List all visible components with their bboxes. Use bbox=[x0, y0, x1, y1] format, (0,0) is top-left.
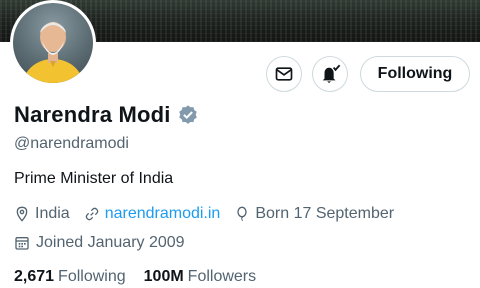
followers-label: Followers bbox=[187, 268, 257, 285]
following-button[interactable]: Following bbox=[360, 56, 470, 92]
message-button[interactable] bbox=[266, 56, 302, 92]
followers-stat[interactable]: 100M Followers bbox=[144, 268, 257, 286]
location-text: India bbox=[35, 205, 70, 222]
website-item[interactable]: narendramodi.in bbox=[84, 205, 221, 223]
joined-text: Joined January 2009 bbox=[36, 234, 185, 251]
location-item: India bbox=[14, 205, 70, 223]
avatar-portrait bbox=[23, 22, 83, 83]
verified-badge-icon[interactable] bbox=[177, 104, 199, 126]
following-count: 2,671 bbox=[14, 268, 55, 285]
link-icon bbox=[85, 207, 99, 221]
bell-icon bbox=[322, 64, 341, 83]
profile-name: Narendra Modi bbox=[14, 102, 171, 127]
joined-item: Joined January 2009 bbox=[14, 234, 185, 252]
mail-icon bbox=[275, 67, 293, 81]
birthday-item: Born 17 September bbox=[234, 205, 394, 223]
profile-meta: India narendramodi.in Born 17 September bbox=[14, 205, 408, 223]
followers-count: 100M bbox=[143, 268, 184, 285]
location-pin-icon bbox=[16, 206, 28, 222]
profile-stats: 2,671 Following 100M Followers bbox=[14, 268, 274, 286]
profile-avatar[interactable] bbox=[10, 0, 96, 86]
following-label: Following bbox=[58, 268, 126, 285]
calendar-icon bbox=[15, 237, 29, 250]
birthday-text: Born 17 September bbox=[255, 205, 395, 222]
profile-bio: Prime Minister of India bbox=[14, 170, 174, 187]
avatar-photo bbox=[13, 3, 93, 83]
website-link[interactable]: narendramodi.in bbox=[105, 205, 221, 223]
balloon-icon bbox=[237, 206, 247, 222]
profile-handle: @narendramodi bbox=[14, 135, 129, 152]
following-stat[interactable]: 2,671 Following bbox=[14, 268, 126, 286]
profile-name-row: Narendra Modi bbox=[14, 102, 199, 128]
notifications-button[interactable] bbox=[312, 56, 348, 92]
